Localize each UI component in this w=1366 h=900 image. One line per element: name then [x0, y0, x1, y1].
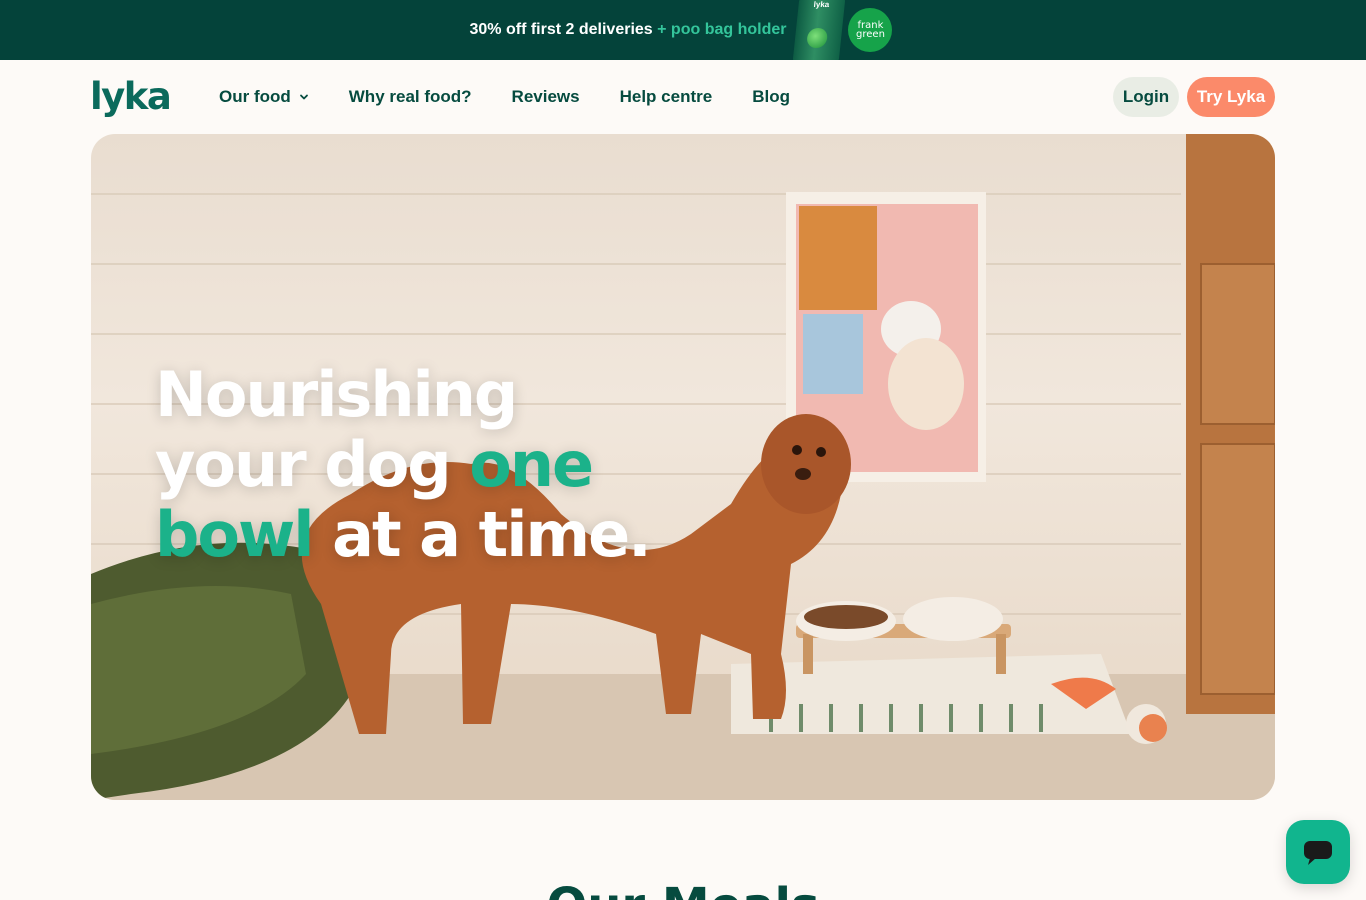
- partner-badge: frank green: [848, 8, 893, 52]
- bottle-label: lyka: [813, 0, 831, 9]
- section-heading: Our Meals: [0, 878, 1366, 900]
- login-button[interactable]: Login: [1113, 77, 1179, 117]
- try-lyka-button[interactable]: Try Lyka: [1187, 77, 1275, 117]
- nav-item-blog[interactable]: Blog: [752, 87, 790, 107]
- promo-main-text: 30% off first 2 deliveries: [469, 21, 653, 38]
- promo-accent-text: + poo bag holder: [657, 21, 787, 38]
- nav-item-our-food[interactable]: Our food: [219, 87, 309, 107]
- promo-product-image: lyka frank green: [792, 0, 896, 60]
- nav-item-help-centre[interactable]: Help centre: [620, 87, 713, 107]
- chat-bubble-icon: [1304, 841, 1332, 865]
- promo-banner[interactable]: 30% off first 2 deliveries + poo bag hol…: [0, 0, 1366, 60]
- promo-text: 30% off first 2 deliveries + poo bag hol…: [470, 21, 787, 39]
- nav-item-label: Our food: [219, 87, 291, 106]
- partner-name-line2: green: [856, 29, 885, 40]
- hero-title-part1: Nourishing your dog: [155, 358, 518, 501]
- brand-logo[interactable]: lyka: [90, 77, 172, 117]
- chat-launcher-button[interactable]: [1286, 820, 1350, 884]
- chevron-down-icon: [299, 94, 308, 100]
- hero-title: Nourishing your dog one bowl at a time.: [155, 360, 675, 570]
- hero-title-part2: at a time.: [332, 498, 652, 571]
- nav-item-reviews[interactable]: Reviews: [512, 87, 580, 107]
- bottle-dot: [806, 28, 829, 48]
- hero-banner: Nourishing your dog one bowl at a time.: [91, 134, 1275, 800]
- main-nav: Our food Why real food? Reviews Help cen…: [219, 60, 790, 134]
- bottle-image: lyka: [792, 0, 847, 60]
- site-header: lyka Our food Why real food? Reviews Hel…: [0, 60, 1366, 134]
- nav-item-why-real-food[interactable]: Why real food?: [349, 87, 472, 107]
